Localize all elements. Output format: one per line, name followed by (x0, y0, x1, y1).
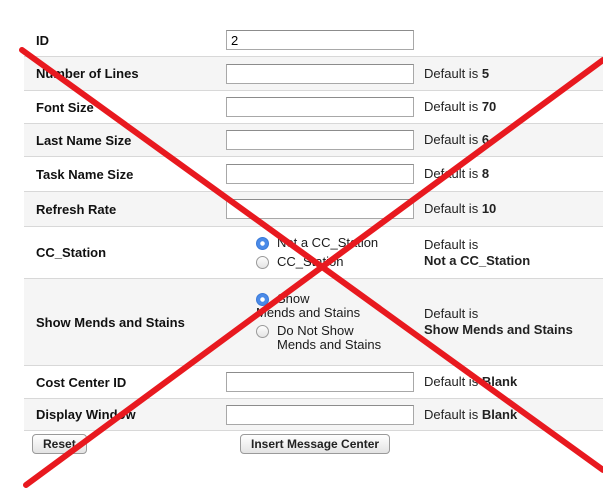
radio-unchecked-icon[interactable] (256, 325, 269, 338)
cost-center-id-default-note: Default is Blank (424, 374, 518, 389)
last-name-size-default-note: Default is 6 (424, 132, 490, 147)
task-name-size-input[interactable] (226, 164, 414, 184)
id-input[interactable] (226, 30, 414, 50)
task-name-size-default-note: Default is 8 (424, 166, 490, 181)
reset-button[interactable]: Reset (32, 434, 87, 454)
row-id: ID (24, 24, 603, 57)
radio-checked-icon[interactable] (256, 293, 269, 306)
row-cost-center-id: Cost Center ID Default is Blank (24, 366, 603, 399)
font-size-default-note: Default is 70 (424, 99, 497, 114)
last-name-size-input[interactable] (226, 130, 414, 150)
insert-message-center-button[interactable]: Insert Message Center (240, 434, 391, 454)
row-refresh-rate: Refresh Rate Default is 10 (24, 192, 603, 227)
task-name-size-label: Task Name Size (36, 166, 134, 182)
cc-station-default-note: Default is Not a CC_Station (424, 236, 531, 268)
display-window-label: Display Window (36, 407, 136, 422)
cc-station-option-not[interactable]: Not a CC_Station (256, 236, 378, 250)
number-of-lines-default-note: Default is 5 (424, 65, 490, 81)
cost-center-id-input[interactable] (226, 372, 414, 392)
last-name-size-label: Last Name Size (36, 132, 132, 148)
row-last-name-size: Last Name Size Default is 6 (24, 124, 603, 157)
row-cc-station: CC_Station Not a CC_Station CC_Station D… (24, 227, 603, 279)
font-size-input[interactable] (226, 97, 414, 117)
row-number-of-lines: Number of Lines Default is 5 (24, 57, 603, 91)
row-buttons: Reset Insert Message Center (24, 431, 603, 457)
refresh-rate-input[interactable] (226, 199, 414, 219)
cc-station-option-yes-label: CC_Station (277, 254, 344, 269)
message-center-form-page: ID Number of Lines Default is 5 Font Siz… (0, 0, 603, 489)
refresh-rate-default-note: Default is 10 (424, 201, 497, 216)
show-mends-option-show[interactable]: Show Mends and Stains (256, 292, 381, 320)
form-table: ID Number of Lines Default is 5 Font Siz… (24, 24, 603, 457)
row-display-window: Display Window Default is Blank (24, 399, 603, 431)
show-mends-option-hide[interactable]: Do Not Show Mends and Stains (256, 324, 381, 352)
id-label: ID (36, 32, 49, 48)
cc-station-label: CC_Station (36, 245, 107, 260)
refresh-rate-label: Refresh Rate (36, 201, 117, 217)
show-mends-default-note: Default is Show Mends and Stains (424, 306, 573, 337)
cc-station-option-not-label: Not a CC_Station (277, 235, 379, 250)
row-show-mends: Show Mends and Stains Show Mends and Sta… (24, 279, 603, 366)
cc-station-option-yes[interactable]: CC_Station (256, 255, 378, 269)
font-size-label: Font Size (36, 99, 94, 115)
radio-checked-icon[interactable] (256, 237, 269, 250)
show-mends-radio-group: Show Mends and Stains Do Not Show Mends … (256, 292, 381, 352)
display-window-default-note: Default is Blank (424, 406, 518, 422)
display-window-input[interactable] (226, 404, 414, 425)
cc-station-radio-group: Not a CC_Station CC_Station (256, 236, 378, 269)
radio-unchecked-icon[interactable] (256, 256, 269, 269)
number-of-lines-label: Number of Lines (36, 66, 139, 81)
number-of-lines-input[interactable] (226, 63, 414, 84)
show-mends-label: Show Mends and Stains (36, 314, 185, 330)
row-task-name-size: Task Name Size Default is 8 (24, 157, 603, 192)
row-font-size: Font Size Default is 70 (24, 91, 603, 124)
cost-center-id-label: Cost Center ID (36, 374, 127, 390)
